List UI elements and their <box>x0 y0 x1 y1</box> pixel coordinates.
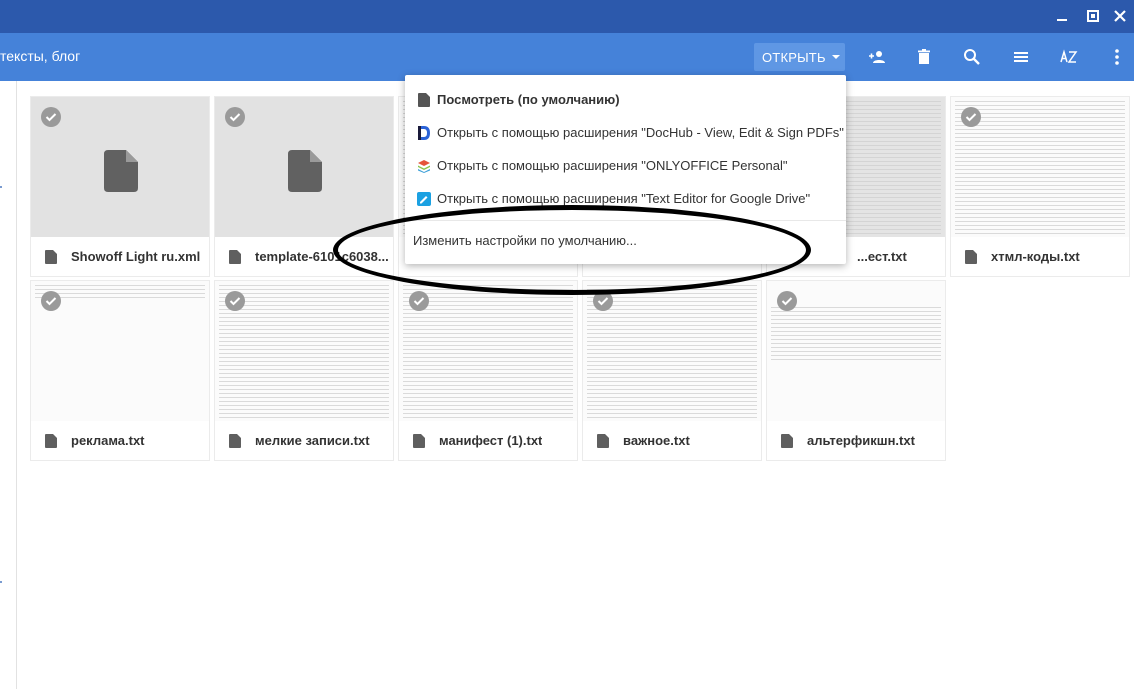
menu-item-change-default[interactable]: Изменить настройки по умолчанию... <box>405 224 846 257</box>
menu-item-label: Открыть с помощью расширения "Text Edito… <box>437 191 811 206</box>
more-vert-icon[interactable] <box>1107 47 1127 67</box>
menu-item-onlyoffice[interactable]: Открыть с помощью расширения "ONLYOFFICE… <box>405 149 846 182</box>
file-label: мелкие записи.txt <box>215 421 393 460</box>
file-icon <box>288 150 322 192</box>
onlyoffice-icon <box>417 159 431 173</box>
check-icon[interactable] <box>41 107 61 127</box>
open-button[interactable]: ОТКРЫТЬ <box>754 43 845 71</box>
menu-item-label: Открыть с помощью расширения "ONLYOFFICE… <box>437 158 788 173</box>
check-icon[interactable] <box>225 107 245 127</box>
sidebar <box>0 81 17 689</box>
sidebar-marker <box>0 581 2 583</box>
minimize-icon[interactable] <box>1054 8 1070 24</box>
open-with-menu: Посмотреть (по умолчанию) Открыть с помо… <box>405 75 846 264</box>
check-icon[interactable] <box>225 291 245 311</box>
menu-item-text-editor[interactable]: Открыть с помощью расширения "Text Edito… <box>405 182 846 215</box>
file-card[interactable]: важное.txt <box>582 280 762 461</box>
file-icon <box>597 433 609 448</box>
check-icon[interactable] <box>41 291 61 311</box>
file-label: Showoff Light ru.xml <box>31 237 209 276</box>
file-icon <box>45 433 57 448</box>
file-name: template-6101c6038... <box>255 249 389 264</box>
dochub-icon <box>417 125 431 140</box>
check-icon[interactable] <box>593 291 613 311</box>
sort-az-icon[interactable] <box>1059 47 1079 67</box>
file-label: манифест (1).txt <box>399 421 577 460</box>
menu-item-view-default[interactable]: Посмотреть (по умолчанию) <box>405 83 846 116</box>
menu-item-label: Посмотреть (по умолчанию) <box>437 92 620 107</box>
toolbar: тексты, блог ОТКРЫТЬ <box>0 33 1134 81</box>
file-card[interactable]: template-6101c6038... <box>214 96 394 277</box>
file-icon <box>229 249 241 264</box>
file-icon <box>413 433 425 448</box>
file-card[interactable]: мелкие записи.txt <box>214 280 394 461</box>
file-card[interactable]: Showoff Light ru.xml <box>30 96 210 277</box>
file-icon <box>781 433 793 448</box>
check-icon[interactable] <box>777 291 797 311</box>
file-label: реклама.txt <box>31 421 209 460</box>
text-editor-icon <box>417 191 431 206</box>
breadcrumb[interactable]: тексты, блог <box>0 48 80 64</box>
menu-item-dochub[interactable]: Открыть с помощью расширения "DocHub - V… <box>405 116 846 149</box>
window-titlebar <box>0 0 1134 33</box>
file-icon <box>45 249 57 264</box>
file-card[interactable]: реклама.txt <box>30 280 210 461</box>
file-name: реклама.txt <box>71 433 145 448</box>
restore-icon[interactable] <box>1085 8 1101 24</box>
file-name: альтерфикшн.txt <box>807 433 915 448</box>
file-icon <box>965 249 977 264</box>
file-name: манифест (1).txt <box>439 433 543 448</box>
text-preview <box>771 307 941 361</box>
trash-icon[interactable] <box>914 47 934 67</box>
check-icon[interactable] <box>961 107 981 127</box>
file-icon <box>229 433 241 448</box>
file-name: хтмл-коды.txt <box>991 249 1080 264</box>
file-label: альтерфикшн.txt <box>767 421 945 460</box>
file-card[interactable]: альтерфикшн.txt <box>766 280 946 461</box>
check-icon[interactable] <box>409 291 429 311</box>
file-card[interactable]: хтмл-коды.txt <box>950 96 1130 277</box>
file-icon <box>417 92 431 107</box>
file-icon <box>104 150 138 192</box>
menu-divider <box>405 220 846 221</box>
file-card[interactable]: манифест (1).txt <box>398 280 578 461</box>
close-icon[interactable] <box>1112 8 1128 24</box>
file-label: template-6101c6038... <box>215 237 393 276</box>
add-person-icon[interactable] <box>867 47 887 67</box>
list-view-icon[interactable] <box>1011 47 1031 67</box>
sidebar-marker <box>0 186 2 188</box>
menu-item-label: Открыть с помощью расширения "DocHub - V… <box>437 125 844 140</box>
open-button-label: ОТКРЫТЬ <box>762 49 826 65</box>
search-icon[interactable] <box>962 47 982 67</box>
file-label: важное.txt <box>583 421 761 460</box>
file-name: важное.txt <box>623 433 690 448</box>
caret-down-icon <box>831 55 840 59</box>
file-name: мелкие записи.txt <box>255 433 370 448</box>
file-name: Showoff Light ru.xml <box>71 249 201 264</box>
file-label: хтмл-коды.txt <box>951 237 1129 276</box>
